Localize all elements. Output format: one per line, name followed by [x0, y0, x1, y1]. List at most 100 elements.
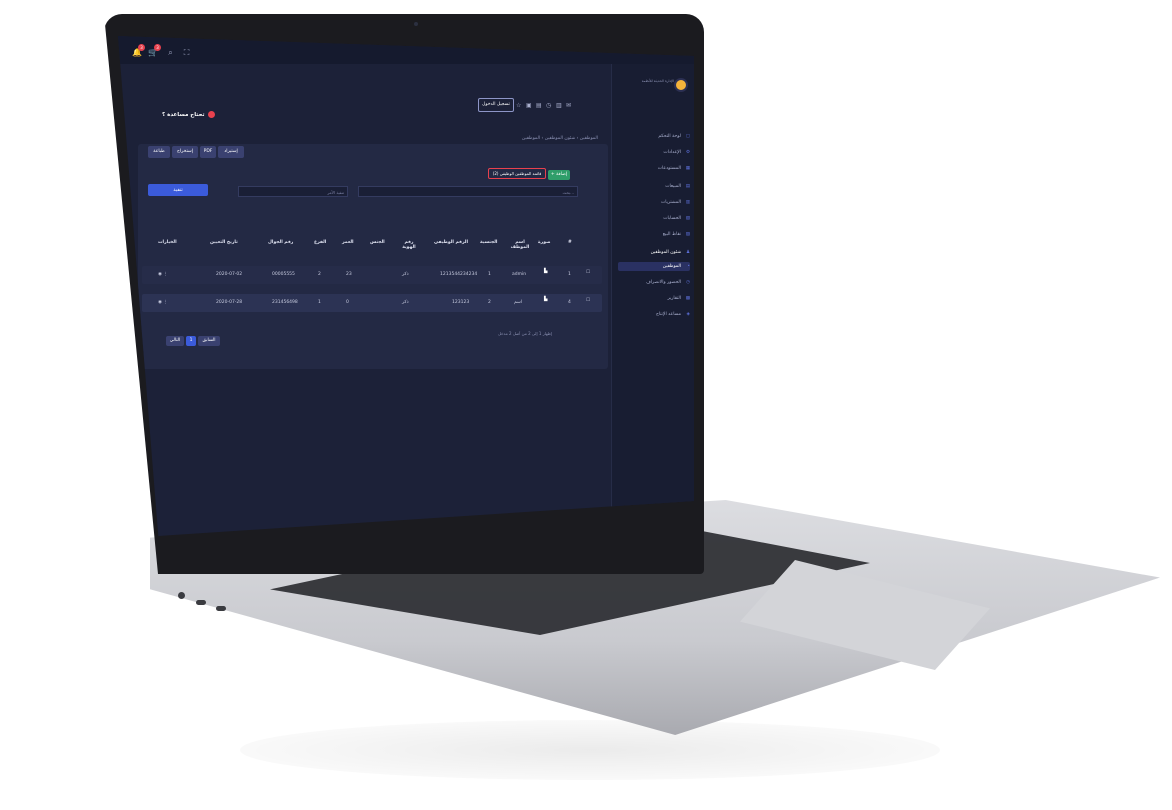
pagination-info: إظهار 1 إلى 2 من أصل 2 مدخل	[498, 331, 552, 336]
col-header: الجنس	[370, 240, 385, 245]
usb-c-port	[216, 606, 226, 611]
production-icon: ◈	[686, 312, 690, 317]
cart-badge: 3	[154, 44, 161, 51]
notification-badge: 3	[138, 44, 145, 51]
fullscreen-icon[interactable]: ⛶	[182, 48, 191, 57]
col-header: الخيارات	[158, 240, 177, 245]
sidebar-item-warehouses[interactable]: المستودعات ▦	[618, 164, 690, 173]
sales-icon: ▤	[685, 184, 690, 189]
usb-c-port	[196, 600, 206, 605]
col-header: رقم الهوية	[402, 240, 416, 250]
gender: ذكر	[402, 300, 409, 305]
search-input[interactable]: بحث...	[358, 186, 578, 197]
pos-icon: ▨	[685, 232, 690, 237]
hire-date: 2020-07-28	[216, 300, 243, 305]
bell-icon[interactable]: 🔔 3	[132, 44, 145, 57]
pdf-button[interactable]: PDF	[200, 146, 216, 158]
col-header: #	[568, 240, 572, 245]
list-title: قائمة الموظفين الوظيفي (2)	[488, 168, 546, 179]
document-icon[interactable]: ▤	[536, 102, 542, 109]
dashboard-icon: ▢	[685, 134, 690, 139]
sidebar-item-accounts[interactable]: الحسابات ▧	[618, 214, 690, 223]
settings-icon: ⚙	[685, 150, 690, 155]
import-button[interactable]: إستيراد	[218, 146, 244, 158]
view-icon[interactable]: ◉ ⋮	[158, 272, 168, 277]
table-row[interactable]: ◉ ⋮ 2020-07-02 00005555 2 23 ذكر 1213544…	[142, 266, 602, 284]
sidebar-item-reports[interactable]: التقارير ▩	[618, 294, 690, 303]
accounts-icon: ▧	[685, 216, 690, 221]
gender: ذكر	[402, 272, 409, 277]
col-header: تاريخ التعيين	[210, 240, 238, 245]
row-number: 1	[568, 272, 571, 277]
breadcrumb: الموظفين › شئون الموظفين › الموظفين	[521, 136, 598, 141]
cart-icon[interactable]: 🛒 3	[148, 44, 161, 57]
live-button[interactable]: تسجيل الدخول	[478, 98, 514, 112]
sidebar-item-employees[interactable]: الموظفين •	[618, 262, 690, 271]
employee-number: 1213544234234	[440, 272, 478, 277]
help-link[interactable]: تحتاج مساعدة ؟	[162, 111, 215, 118]
trash-icon[interactable]: ▥	[556, 102, 562, 109]
col-header: العمر	[342, 240, 354, 245]
employee-number: 123123	[452, 300, 470, 305]
warehouse-icon: ▦	[685, 166, 690, 171]
bulk-action-select[interactable]: تنفيذ الأمر	[238, 186, 348, 197]
photo-icon: ▙	[544, 297, 548, 302]
reports-icon: ▩	[685, 296, 690, 301]
employee-name: اسم	[514, 300, 523, 305]
sidebar-item-production[interactable]: مساعد الإنتاج ◈	[618, 310, 690, 319]
previous-button[interactable]: السابق	[198, 336, 220, 346]
help-icon	[207, 111, 215, 118]
star-icon[interactable]: ☆	[516, 102, 521, 109]
sidebar-item-pos[interactable]: نقاط البيع ▨	[618, 230, 690, 239]
logo-text: الإدارة الحديثة للأنظمة	[641, 79, 674, 83]
logo	[674, 78, 688, 92]
sidebar-item-hr[interactable]: شئون الموظفين ♟	[618, 248, 690, 257]
sidebar-item-sales[interactable]: المبيعات ▤	[618, 182, 690, 191]
dot-icon: •	[687, 264, 690, 269]
clock-icon[interactable]: ◷	[546, 102, 551, 109]
purchases-icon: ▥	[685, 200, 690, 205]
col-header: صورة	[538, 240, 551, 245]
calendar-icon[interactable]: ▣	[526, 102, 532, 109]
age: 0	[346, 300, 349, 305]
branch: 2	[318, 272, 321, 277]
next-button[interactable]: التالي	[166, 336, 184, 346]
execute-button[interactable]: تنفيذ	[148, 184, 208, 196]
photo-icon: ▙	[544, 269, 548, 274]
nationality: 1	[488, 272, 491, 277]
table-row[interactable]: ◉ ⋮ 2020-07-28 231456498 1 0 ذكر 123123 …	[142, 294, 602, 312]
view-icon[interactable]: ◉ ⋮	[158, 300, 168, 305]
headphone-port	[178, 592, 185, 599]
branch: 1	[318, 300, 321, 305]
row-checkbox[interactable]: ☐	[586, 298, 590, 303]
attendance-icon: ◷	[686, 280, 690, 285]
laptop-shadow	[240, 720, 940, 780]
phone: 231456498	[272, 300, 298, 305]
sidebar-item-settings[interactable]: الإعدادات ⚙	[618, 148, 690, 157]
col-header: الرقم الوظيفي	[434, 240, 468, 245]
sidebar-item-dashboard[interactable]: لوحة التحكم ▢	[618, 132, 690, 141]
laptop: 🔔 3 🛒 3 ⌕ ⛶ تحتاج مساعدة ؟ تسجيل الدخول ☆ …	[0, 0, 1172, 810]
search-icon[interactable]: ⌕	[166, 48, 175, 57]
print-button[interactable]: طباعة	[148, 146, 170, 158]
mail-icon[interactable]: ✉	[566, 102, 571, 109]
col-header: رقم الجوال	[268, 240, 294, 245]
hire-date: 2020-07-02	[216, 272, 243, 277]
phone: 00005555	[272, 272, 295, 277]
add-button[interactable]: + إضافة	[548, 170, 570, 180]
row-checkbox[interactable]: ☐	[586, 270, 590, 275]
col-header: اسم الموظف	[510, 240, 530, 250]
employee-name: admin	[512, 272, 527, 277]
camera	[414, 22, 418, 26]
col-header: الجنسية	[480, 240, 498, 245]
nationality: 2	[488, 300, 491, 305]
page-1-button[interactable]: 1	[186, 336, 196, 346]
export-button[interactable]: إستخراج	[172, 146, 198, 158]
sidebar-item-purchases[interactable]: المشتريات ▥	[618, 198, 690, 207]
screen: 🔔 3 🛒 3 ⌕ ⛶ تحتاج مساعدة ؟ تسجيل الدخول ☆ …	[118, 36, 694, 536]
sidebar-item-attendance[interactable]: الحضور والانصراف ◷	[618, 278, 690, 287]
col-header: الفرع	[314, 240, 327, 245]
users-icon: ♟	[685, 250, 690, 255]
app-ui: 🔔 3 🛒 3 ⌕ ⛶ تحتاج مساعدة ؟ تسجيل الدخول ☆ …	[118, 36, 694, 536]
age: 23	[346, 272, 352, 277]
